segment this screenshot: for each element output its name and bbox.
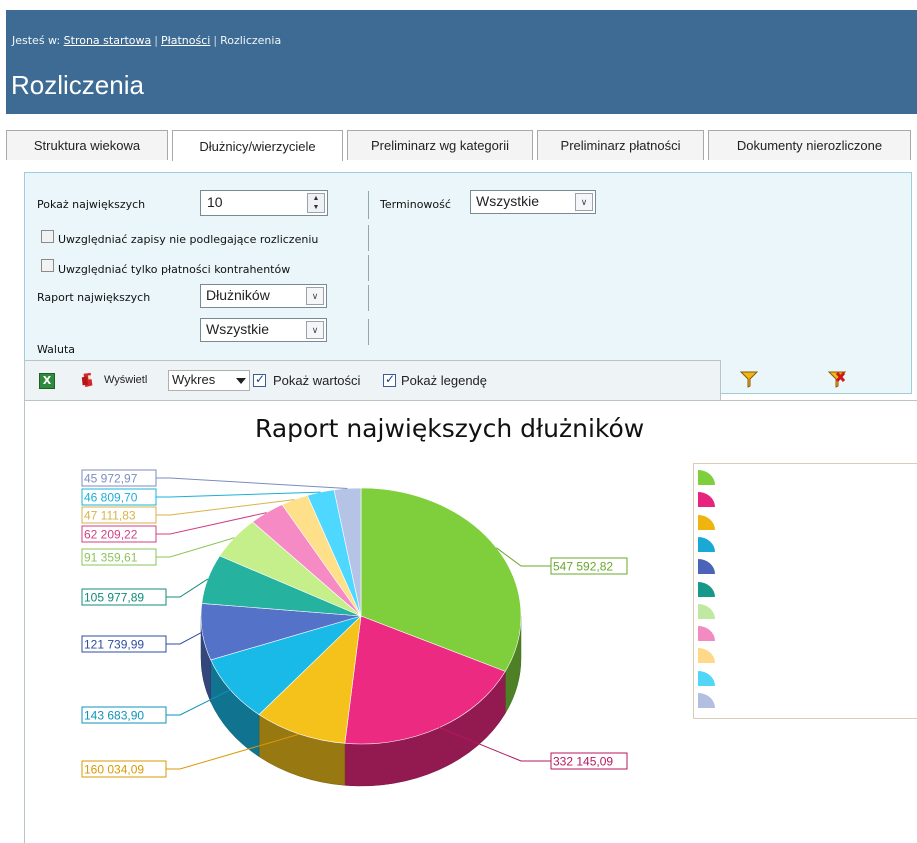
value-label: 47 111,83 xyxy=(84,509,136,523)
breadcrumb-prefix: Jesteś w: xyxy=(12,34,61,47)
breadcrumb: Jesteś w: Strona startowa | Płatności | Rozl… xyxy=(12,34,281,47)
only-contractor-label: Uwzględniać tylko płatności kontrahentów xyxy=(58,263,291,276)
value-label-connector xyxy=(166,631,203,645)
value-label: 91 359,61 xyxy=(84,551,138,565)
currency-label: Waluta xyxy=(37,343,75,356)
value-label: 46 809,70 xyxy=(84,491,138,505)
show-largest-label: Pokaż największych xyxy=(37,198,146,211)
chart-area: Raport największych dłużników 547 592,82… xyxy=(24,400,917,843)
include-unsettled-label: Uwzględniać zapisy nie podlegające rozli… xyxy=(58,233,319,246)
legend-swatch xyxy=(698,626,715,642)
value-label: 105 977,89 xyxy=(84,591,144,605)
legend-swatch xyxy=(698,648,715,664)
legend-swatch xyxy=(698,492,715,508)
excel-icon[interactable]: X xyxy=(39,373,55,389)
terminowosc-label: Terminowość xyxy=(380,198,451,211)
breadcrumb-payments-link[interactable]: Płatności xyxy=(161,34,210,47)
value-label: 160 034,09 xyxy=(84,763,144,777)
value-label: 143 683,90 xyxy=(84,709,144,723)
chart-legend xyxy=(693,463,917,719)
legend-swatch xyxy=(698,514,715,530)
column-divider xyxy=(368,225,369,251)
column-divider xyxy=(368,285,369,311)
display-select[interactable]: Wykres xyxy=(168,370,250,391)
legend-swatch xyxy=(698,559,715,575)
column-divider xyxy=(368,319,369,345)
legend-swatch xyxy=(698,536,715,552)
show-values-checkbox[interactable] xyxy=(253,372,266,387)
legend-swatch xyxy=(698,603,715,619)
legend-swatch xyxy=(698,581,715,597)
display-label: Wyświetl xyxy=(104,374,148,386)
page-title: Rozliczenia xyxy=(11,70,144,100)
tab-dokumenty-nierozliczone[interactable]: Dokumenty nierozliczone xyxy=(708,130,911,160)
tab-preliminarz-platnosci[interactable]: Preliminarz płatności xyxy=(537,130,704,160)
page-header: Jesteś w: Strona startowa | Płatności | Rozl… xyxy=(6,10,917,114)
report-label: Raport największych xyxy=(37,291,151,304)
tab-struktura-wiekowa[interactable]: Struktura wiekowa xyxy=(6,130,168,160)
legend-swatch xyxy=(698,670,715,686)
breadcrumb-separator: | xyxy=(213,34,218,47)
value-label: 547 592,82 xyxy=(553,560,613,574)
column-divider xyxy=(368,255,369,281)
terminowosc-value: Wszystkie xyxy=(476,193,539,209)
spinner-down-icon[interactable]: ▼ xyxy=(308,203,324,212)
show-largest-spinner[interactable]: ▲ ▼ xyxy=(307,193,325,213)
currency-value: Wszystkie xyxy=(206,321,269,337)
spinner-up-icon[interactable]: ▲ xyxy=(308,194,324,203)
value-label-connector xyxy=(156,491,321,498)
value-label: 45 972,97 xyxy=(84,472,138,486)
show-largest-input[interactable]: 10 ▲ ▼ xyxy=(200,190,328,216)
chevron-down-icon[interactable]: ∨ xyxy=(306,287,324,305)
tab-preliminarz-wg-kategorii[interactable]: Preliminarz wg kategorii xyxy=(347,130,533,160)
value-label: 332 145,09 xyxy=(553,755,613,769)
display-value: Wykres xyxy=(172,372,216,387)
report-select[interactable]: Dłużników ∨ xyxy=(200,284,327,308)
include-unsettled-checkbox[interactable] xyxy=(41,230,54,243)
filter-actions xyxy=(721,360,912,394)
report-value: Dłużników xyxy=(206,287,270,303)
legend-swatch xyxy=(698,693,715,708)
value-label-connector xyxy=(166,578,209,598)
value-label: 121 739,99 xyxy=(84,638,144,652)
clear-filter-icon[interactable] xyxy=(827,369,847,389)
show-largest-value: 10 xyxy=(207,194,223,210)
currency-select[interactable]: Wszystkie ∨ xyxy=(200,318,327,342)
legend-swatch xyxy=(698,470,715,485)
show-legend-checkbox[interactable] xyxy=(383,372,396,387)
pie-chart: 547 592,82 332 145,09 160 034,09 143 683,90… xyxy=(81,469,628,787)
caret-down-icon[interactable] xyxy=(236,378,246,384)
chevron-down-icon[interactable]: ∨ xyxy=(306,321,324,339)
breadcrumb-current: Rozliczenia xyxy=(220,34,282,47)
pdf-icon[interactable] xyxy=(80,372,96,388)
value-label: 62 209,22 xyxy=(84,528,138,542)
only-contractor-checkbox[interactable] xyxy=(41,259,54,272)
value-label-connector xyxy=(156,477,348,489)
tab-dluznicy-wierzyciele[interactable]: Dłużnicy/wierzyciele xyxy=(172,130,343,161)
show-values-label: Pokaż wartości xyxy=(273,373,361,388)
breadcrumb-home-link[interactable]: Strona startowa xyxy=(64,34,152,47)
chart-toolbar: X Wyświetl Wykres Pokaż wartości Pokaż l… xyxy=(24,360,721,400)
chevron-down-icon[interactable]: ∨ xyxy=(575,193,593,211)
terminowosc-select[interactable]: Wszystkie ∨ xyxy=(470,190,596,214)
breadcrumb-separator: | xyxy=(154,34,158,47)
column-divider xyxy=(368,191,369,219)
show-legend-label: Pokaż legendę xyxy=(401,373,488,388)
filter-icon[interactable] xyxy=(739,369,759,389)
